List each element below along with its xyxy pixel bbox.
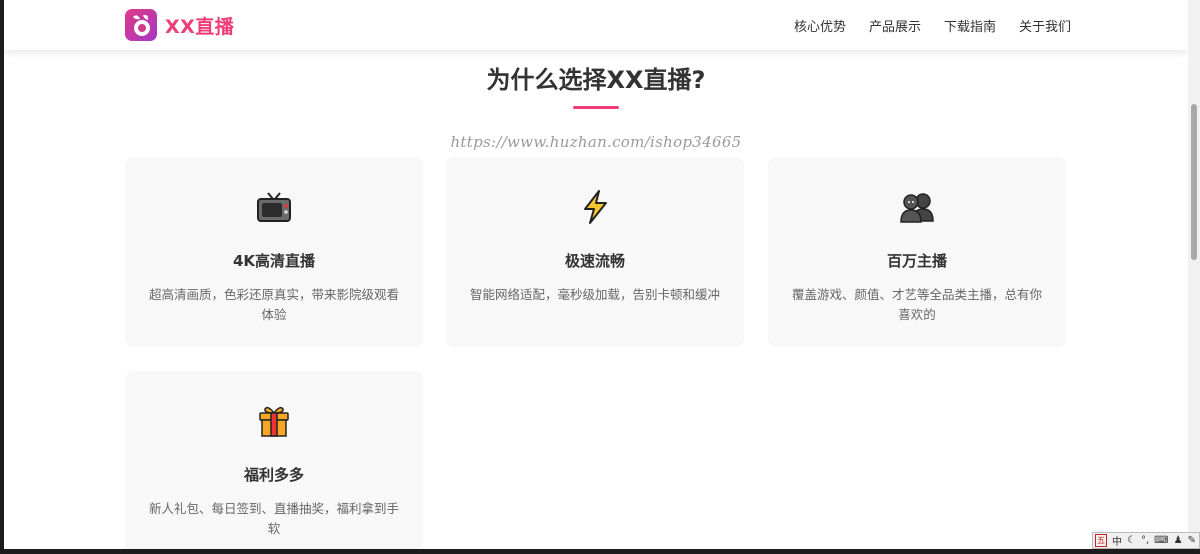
main-nav: 核心优势 产品展示 下载指南 关于我们 [771, 16, 1071, 35]
feature-description: 超高清画质，色彩还原真实，带来影院级观看体验 [148, 287, 399, 322]
gift-icon [256, 403, 292, 439]
user-icon[interactable]: ♟ [1174, 535, 1183, 546]
bottom-edge [0, 549, 1200, 554]
nav-product-showcase[interactable]: 产品展示 [869, 16, 921, 35]
top-navbar: XX直播 核心优势 产品展示 下载指南 关于我们 [4, 0, 1188, 50]
wrench-icon[interactable]: ✎ [1188, 535, 1196, 546]
lightning-icon [577, 189, 613, 225]
moon-icon[interactable]: ☾ [1127, 535, 1136, 546]
feature-description: 智能网络适配，毫秒级加载，告别卡顿和缓冲 [469, 287, 720, 302]
nav-about-us[interactable]: 关于我们 [1019, 16, 1071, 35]
ime-logo-icon[interactable]: 五 [1095, 534, 1107, 547]
scrollbar-thumb[interactable] [1191, 104, 1197, 260]
page-viewport: XX直播 核心优势 产品展示 下载指南 关于我们 为什么选择XX直播? http… [4, 0, 1188, 549]
ime-mode-label[interactable]: 中 [1112, 533, 1122, 548]
feature-title: 福利多多 [243, 466, 304, 484]
feature-title: 百万主播 [886, 252, 947, 270]
feature-card-4k: 4K高清直播 超高清画质，色彩还原真实，带来影院级观看体验 [125, 157, 423, 347]
nav-core-advantages[interactable]: 核心优势 [794, 16, 846, 35]
keyboard-icon[interactable]: ⌨ [1154, 535, 1168, 546]
nav-download-guide[interactable]: 下载指南 [944, 16, 996, 35]
section-title: 为什么选择XX直播? [486, 66, 706, 94]
watermark-url: https://www.huzhan.com/ishop34665 [450, 133, 742, 151]
logo-icon [125, 9, 157, 41]
feature-card-speed: 极速流畅 智能网络适配，毫秒级加载，告别卡顿和缓冲 [446, 157, 744, 347]
tv-icon [256, 189, 292, 225]
feature-title: 极速流畅 [564, 252, 625, 270]
brand-name: XX直播 [165, 15, 235, 38]
punctuation-icon[interactable]: °, [1141, 535, 1149, 546]
feature-card-streamers: 百万主播 覆盖游戏、颜值、才艺等全品类主播，总有你喜欢的 [768, 157, 1066, 347]
people-icon [899, 189, 935, 225]
feature-description: 覆盖游戏、颜值、才艺等全品类主播，总有你喜欢的 [791, 287, 1042, 322]
feature-card-benefits: 福利多多 新人礼包、每日签到、直播抽奖，福利拿到手软 [125, 371, 423, 549]
ime-toolbar[interactable]: 五 中 ☾ °, ⌨ ♟ ✎ [1092, 532, 1200, 549]
title-underline [573, 106, 619, 109]
feature-description: 新人礼包、每日签到、直播抽奖，福利拿到手软 [148, 501, 399, 536]
vertical-scrollbar[interactable] [1188, 0, 1200, 549]
brand-logo[interactable]: XX直播 [125, 9, 234, 41]
feature-title: 4K高清直播 [232, 252, 316, 270]
